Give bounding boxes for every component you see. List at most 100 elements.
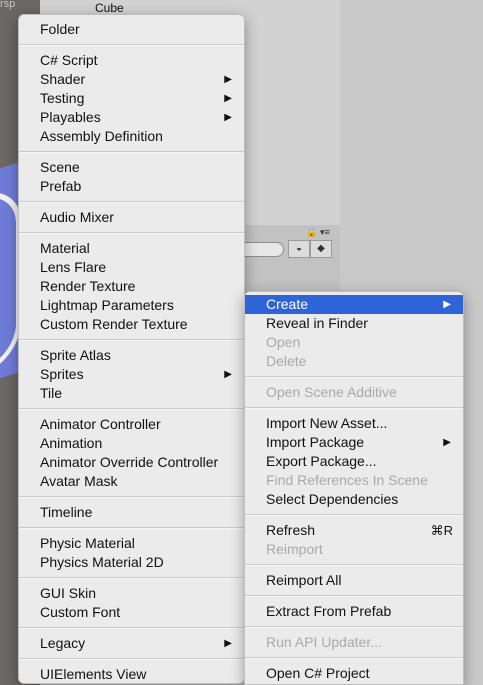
menu-item-label: Custom Font: [40, 604, 121, 620]
menu-item-run-api-updater: Run API Updater...: [245, 633, 463, 652]
menu-separator: [19, 151, 244, 153]
menu-item-label: Delete: [266, 353, 307, 369]
filter-type-icon: ◒: [295, 243, 303, 254]
menu-item-label: Import Package: [266, 434, 365, 450]
menu-item-label: Tile: [40, 385, 63, 401]
menu-item-label: Physic Material: [40, 535, 135, 551]
menu-item-label: Testing: [40, 90, 85, 106]
menu-separator: [245, 564, 463, 566]
menu-item-open: Open: [245, 333, 463, 352]
menu-item-select-dependencies[interactable]: Select Dependencies: [245, 490, 463, 509]
menu-item-material[interactable]: Material: [19, 239, 244, 258]
menu-item-folder[interactable]: Folder: [19, 20, 244, 39]
menu-item-label: Avatar Mask: [40, 473, 118, 489]
filter-type-button[interactable]: ◒: [288, 240, 310, 258]
menu-item-prefab[interactable]: Prefab: [19, 177, 244, 196]
lock-icon[interactable]: 🔒: [306, 227, 317, 237]
menu-item-label: Create: [266, 296, 309, 312]
menu-item-animator-override-controller[interactable]: Animator Override Controller: [19, 453, 244, 472]
menu-item-label: Lens Flare: [40, 259, 107, 275]
menu-item-reimport-all[interactable]: Reimport All: [245, 571, 463, 590]
menu-separator: [245, 407, 463, 409]
menu-item-open-scene-additive: Open Scene Additive: [245, 383, 463, 402]
menu-item-label: C# Script: [40, 52, 98, 68]
menu-item-label: Import New Asset...: [266, 415, 388, 431]
submenu-arrow-icon: ▶: [443, 437, 451, 448]
menu-item-label: Find References In Scene: [266, 472, 428, 488]
menu-item-timeline[interactable]: Timeline: [19, 503, 244, 522]
submenu-arrow-icon: ▶: [224, 112, 232, 123]
menu-item-lightmap-parameters[interactable]: Lightmap Parameters: [19, 296, 244, 315]
menu-item-sprite-atlas[interactable]: Sprite Atlas: [19, 346, 244, 365]
menu-item-label: Scene: [40, 159, 80, 175]
menu-item-label: Open: [266, 334, 301, 350]
menu-separator: [19, 339, 244, 341]
menu-item-open-c-project[interactable]: Open C# Project: [245, 664, 463, 683]
menu-separator: [19, 44, 244, 46]
shortcut-hint: ⌘R: [430, 523, 453, 538]
filter-label-button[interactable]: ◆: [310, 240, 332, 258]
menu-item-import-new-asset[interactable]: Import New Asset...: [245, 414, 463, 433]
create-submenu: Folder C# Script Shader ▶ Testing ▶ Playables ▶…: [18, 14, 245, 684]
menu-item-label: Animation: [40, 435, 103, 451]
submenu-arrow-icon: ▶: [224, 93, 232, 104]
submenu-arrow-icon: ▶: [224, 74, 232, 85]
menu-separator: [245, 657, 463, 659]
menu-item-label: Reveal in Finder: [266, 315, 368, 331]
menu-item-animation[interactable]: Animation: [19, 434, 244, 453]
menu-item-label: Render Texture: [40, 278, 136, 294]
menu-item-legacy[interactable]: Legacy ▶: [19, 634, 244, 653]
panel-menu-icon[interactable]: ▾≡: [320, 227, 330, 238]
submenu-arrow-icon: ▶: [443, 299, 451, 310]
menu-item-assembly-definition[interactable]: Assembly Definition: [19, 127, 244, 146]
menu-item-label: Reimport: [266, 541, 323, 557]
menu-item-tile[interactable]: Tile: [19, 384, 244, 403]
menu-item-label: UIElements View: [40, 666, 147, 682]
menu-item-label: Sprites: [40, 366, 84, 382]
menu-item-reveal-in-finder[interactable]: Reveal in Finder: [245, 314, 463, 333]
menu-item-label: Extract From Prefab: [266, 603, 392, 619]
menu-separator: [19, 201, 244, 203]
menu-item-audio-mixer[interactable]: Audio Mixer: [19, 208, 244, 227]
menu-item-export-package[interactable]: Export Package...: [245, 452, 463, 471]
menu-item-label: GUI Skin: [40, 585, 97, 601]
menu-separator: [245, 376, 463, 378]
menu-item-c-script[interactable]: C# Script: [19, 51, 244, 70]
menu-item-find-references-in-scene: Find References In Scene: [245, 471, 463, 490]
menu-item-render-texture[interactable]: Render Texture: [19, 277, 244, 296]
menu-item-label: Animator Override Controller: [40, 454, 219, 470]
menu-item-animator-controller[interactable]: Animator Controller: [19, 415, 244, 434]
hierarchy-item-cube[interactable]: Cube: [95, 1, 124, 15]
menu-item-uielements-view[interactable]: UIElements View: [19, 665, 244, 684]
menu-item-avatar-mask[interactable]: Avatar Mask: [19, 472, 244, 491]
menu-item-label: Shader: [40, 71, 86, 87]
menu-item-import-package[interactable]: Import Package ▶: [245, 433, 463, 452]
menu-item-label: Material: [40, 240, 90, 256]
menu-item-custom-font[interactable]: Custom Font: [19, 603, 244, 622]
menu-item-testing[interactable]: Testing ▶: [19, 89, 244, 108]
menu-separator: [19, 658, 244, 660]
menu-item-label: Prefab: [40, 178, 82, 194]
menu-item-label: Sprite Atlas: [40, 347, 111, 363]
menu-item-label: Animator Controller: [40, 416, 161, 432]
menu-item-refresh[interactable]: Refresh ⌘R: [245, 521, 463, 540]
menu-separator: [19, 232, 244, 234]
menu-item-create[interactable]: Create ▶: [245, 295, 463, 314]
menu-item-reimport: Reimport: [245, 540, 463, 559]
menu-item-scene[interactable]: Scene: [19, 158, 244, 177]
menu-item-gui-skin[interactable]: GUI Skin: [19, 584, 244, 603]
menu-separator: [19, 408, 244, 410]
menu-item-label: Open C# Project: [266, 665, 370, 681]
menu-item-physic-material[interactable]: Physic Material: [19, 534, 244, 553]
menu-separator: [245, 626, 463, 628]
menu-item-custom-render-texture[interactable]: Custom Render Texture: [19, 315, 244, 334]
menu-item-shader[interactable]: Shader ▶: [19, 70, 244, 89]
menu-item-playables[interactable]: Playables ▶: [19, 108, 244, 127]
menu-item-physics-material-2d[interactable]: Physics Material 2D: [19, 553, 244, 572]
menu-item-sprites[interactable]: Sprites ▶: [19, 365, 244, 384]
menu-item-label: Export Package...: [266, 453, 377, 469]
menu-item-lens-flare[interactable]: Lens Flare: [19, 258, 244, 277]
menu-separator: [19, 496, 244, 498]
scene-view-label: rsp: [0, 0, 16, 10]
menu-item-extract-from-prefab[interactable]: Extract From Prefab: [245, 602, 463, 621]
